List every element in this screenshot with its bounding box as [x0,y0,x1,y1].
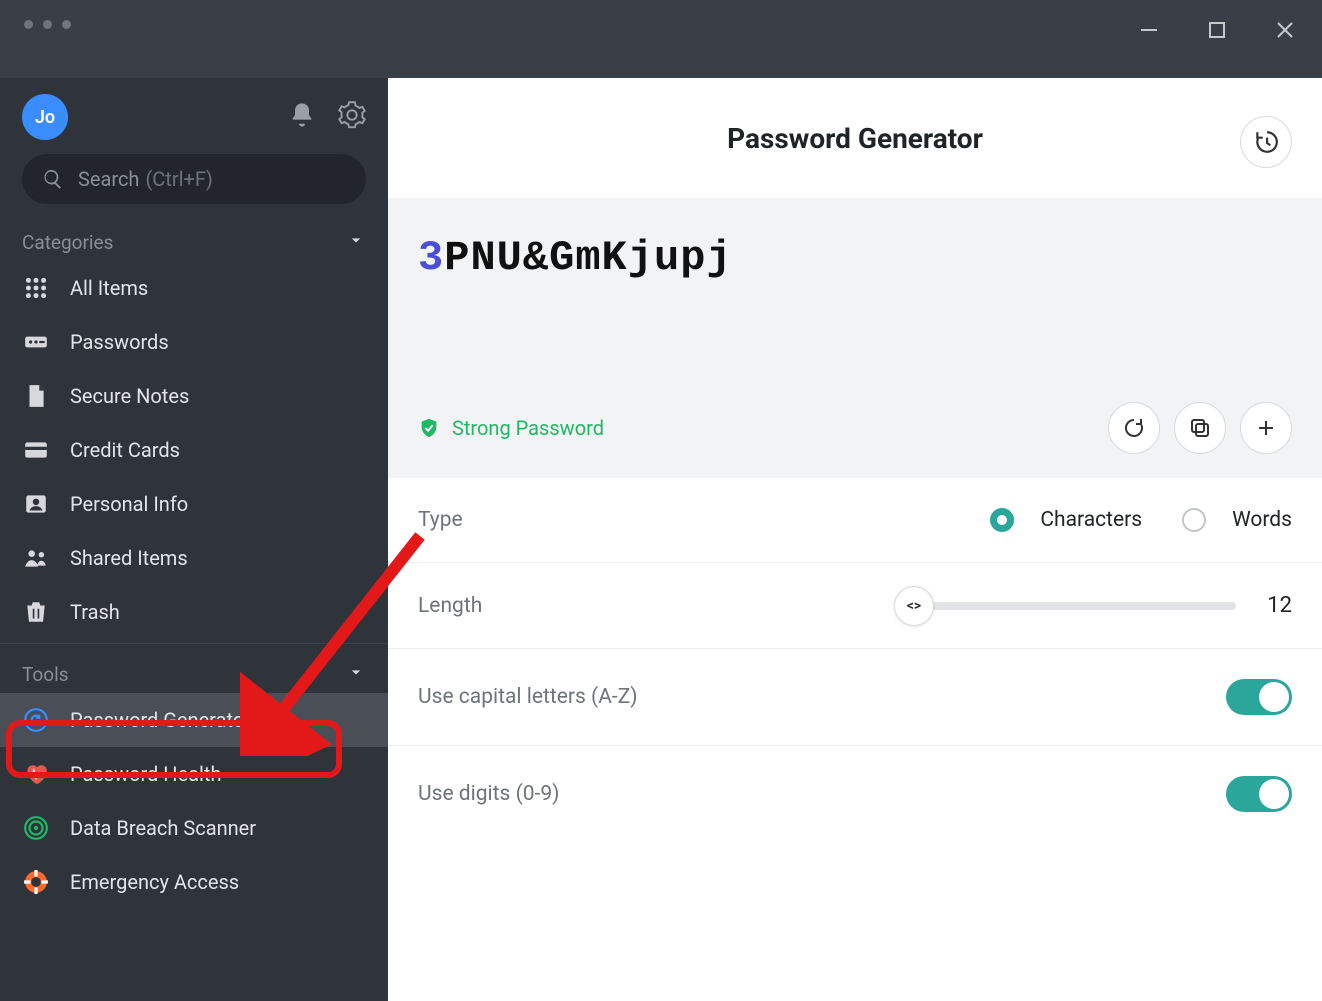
sidebar-item-emergency-access[interactable]: Emergency Access [0,855,388,909]
grid-icon [22,275,50,301]
strength-label: Strong Password [452,416,604,440]
copy-button[interactable] [1174,402,1226,454]
slider-thumb[interactable]: <> [894,586,934,626]
add-button[interactable] [1240,402,1292,454]
sidebar-item-trash[interactable]: Trash [0,585,388,639]
password-icon [22,329,50,355]
menu-dots[interactable] [24,20,71,29]
settings-icon[interactable] [338,101,366,133]
sidebar-item-password-generator[interactable]: Password Generator [0,693,388,747]
sidebar-item-passwords[interactable]: Passwords [0,315,388,369]
sidebar-item-credit-cards[interactable]: Credit Cards [0,423,388,477]
search-icon [42,168,64,190]
sidebar: Jo Search (Ctrl+F) Catego [0,78,388,1001]
search-input[interactable]: Search (Ctrl+F) [22,154,366,204]
sidebar-item-personal-info[interactable]: Personal Info [0,477,388,531]
sidebar-item-label: All Items [70,276,148,300]
target-icon [22,815,50,841]
sidebar-item-label: Password Generator [70,708,251,732]
categories-header-label: Categories [22,231,113,254]
sidebar-item-label: Personal Info [70,492,188,516]
setting-label: Use digits (0-9) [418,782,559,806]
tools-header[interactable]: Tools [0,644,388,693]
trash-icon [22,599,50,625]
radio-words[interactable]: Words [1182,508,1292,532]
card-icon [22,437,50,463]
radio-indicator [1182,508,1206,532]
sidebar-item-data-breach-scanner[interactable]: Data Breach Scanner [0,801,388,855]
tools-header-label: Tools [22,663,69,686]
refresh-circle-icon [22,707,50,733]
regenerate-button[interactable] [1108,402,1160,454]
page-title: Password Generator [727,122,983,155]
shield-check-icon [418,417,440,439]
sidebar-item-secure-notes[interactable]: Secure Notes [0,369,388,423]
chevron-down-icon [346,230,366,255]
sidebar-item-label: Passwords [70,330,169,354]
setting-use-digits: Use digits (0-9) [388,746,1322,842]
copy-icon [1188,416,1212,440]
person-card-icon [22,491,50,517]
radio-label: Words [1232,508,1292,532]
setting-use-capitals: Use capital letters (A-Z) [388,649,1322,746]
notifications-icon[interactable] [288,101,316,133]
sidebar-item-label: Password Health [70,762,221,786]
heart-pulse-icon [22,761,50,787]
search-hint: (Ctrl+F) [145,167,212,191]
search-label: Search [78,167,139,191]
length-value: 12 [1262,593,1292,618]
minimize-button[interactable] [1136,20,1162,46]
radio-indicator [990,508,1014,532]
setting-label: Use capital letters (A-Z) [418,685,638,709]
length-slider[interactable]: <> [916,602,1236,610]
sidebar-item-password-health[interactable]: Password Health [0,747,388,801]
close-button[interactable] [1272,20,1298,46]
sidebar-item-label: Shared Items [70,546,188,570]
generated-password: 3PNU&GmKjupj [418,234,1292,282]
chevron-down-icon [346,662,366,687]
sidebar-item-label: Data Breach Scanner [70,816,256,840]
sidebar-item-label: Trash [70,600,120,624]
lifebuoy-icon [22,869,50,895]
sidebar-item-shared-items[interactable]: Shared Items [0,531,388,585]
setting-label: Type [418,508,463,532]
sidebar-item-label: Emergency Access [70,870,239,894]
note-icon [22,383,50,409]
setting-type: Type Characters Words [388,478,1322,563]
main-content: Password Generator 3PNU&GmKjupj Strong P… [388,78,1322,1001]
avatar[interactable]: Jo [22,94,68,140]
setting-label: Length [418,594,482,618]
setting-length: Length <> 12 [388,563,1322,649]
shared-icon [22,545,50,571]
history-button[interactable] [1240,116,1292,168]
categories-header[interactable]: Categories [0,212,388,261]
toggle-use-digits[interactable] [1226,776,1292,812]
history-icon [1253,129,1279,155]
radio-label: Characters [1040,508,1142,532]
maximize-button[interactable] [1204,20,1230,46]
refresh-icon [1122,416,1146,440]
sidebar-item-all-items[interactable]: All Items [0,261,388,315]
radio-characters[interactable]: Characters [990,508,1142,532]
plus-icon [1254,416,1278,440]
sidebar-item-label: Secure Notes [70,384,189,408]
sidebar-item-label: Credit Cards [70,438,180,462]
toggle-use-capitals[interactable] [1226,679,1292,715]
titlebar [0,0,1322,78]
